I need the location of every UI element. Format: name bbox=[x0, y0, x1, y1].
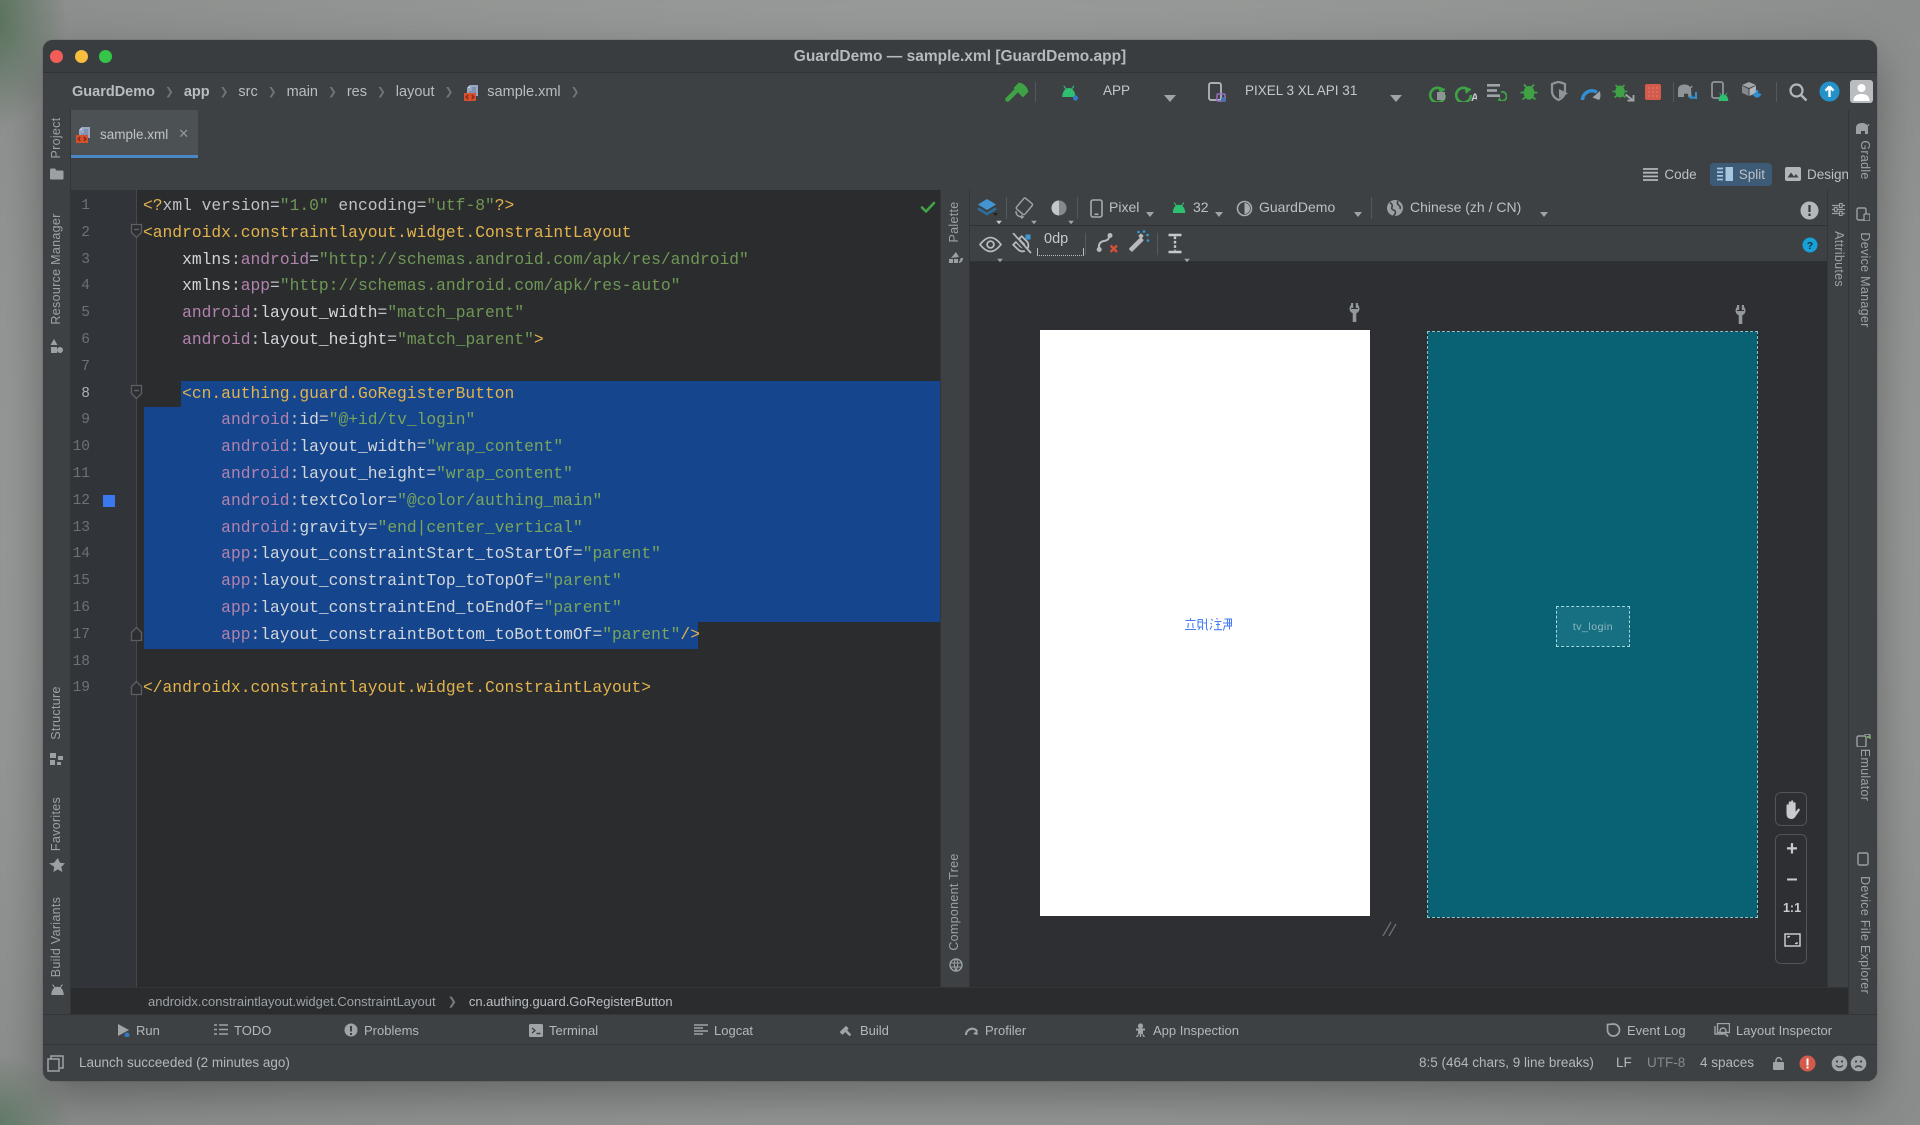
svg-text:A: A bbox=[1471, 92, 1477, 102]
svg-text:?: ? bbox=[1807, 240, 1813, 252]
